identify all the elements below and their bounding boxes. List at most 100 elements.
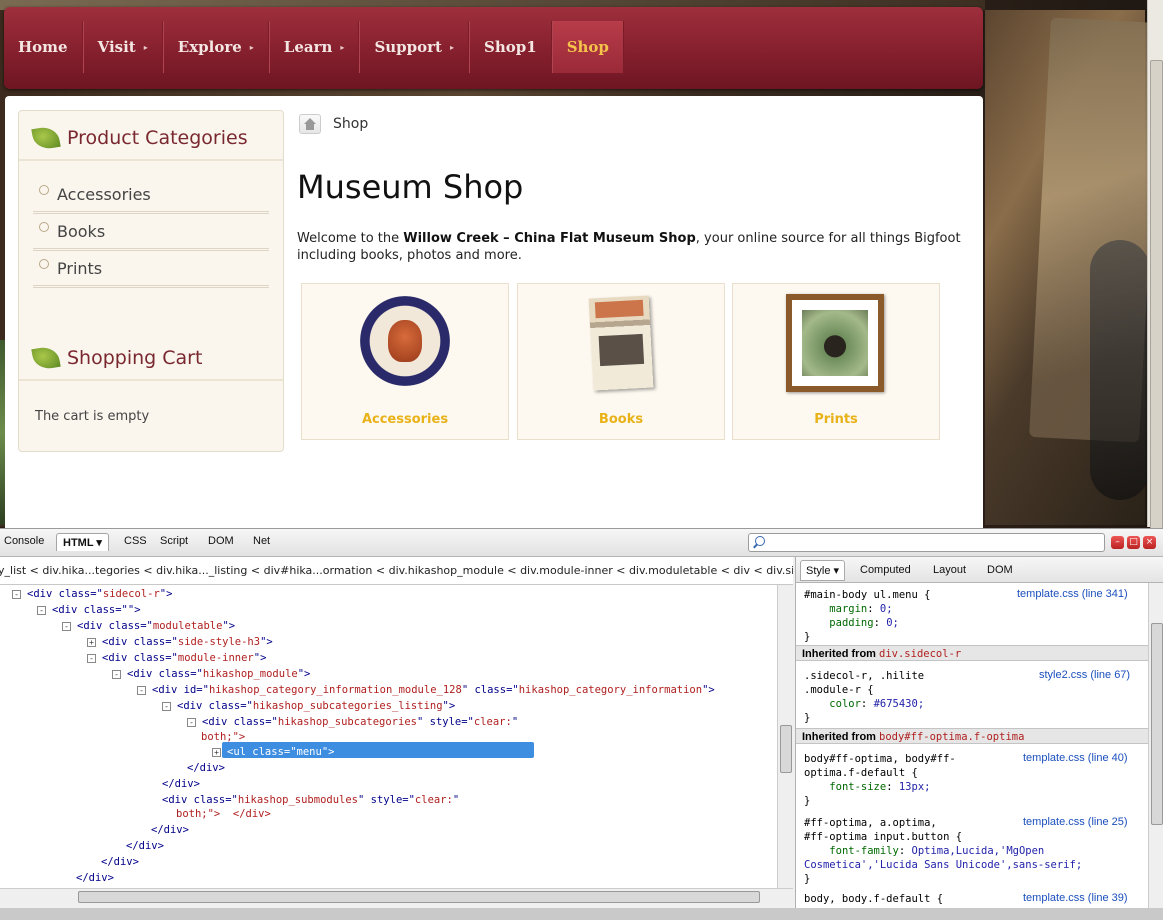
- collapse-icon[interactable]: -: [187, 717, 196, 727]
- tab-console[interactable]: Console: [4, 535, 44, 547]
- expand-icon[interactable]: +: [87, 637, 96, 647]
- tile-label[interactable]: Prints: [733, 412, 939, 427]
- bullet-icon: [39, 185, 49, 195]
- html-tree-node[interactable]: both;">: [201, 730, 245, 744]
- inherited-selector[interactable]: body#ff-optima.f-optima: [879, 731, 1024, 743]
- rule-source-link[interactable]: template.css (line 40): [1023, 752, 1128, 764]
- html-tree-node[interactable]: - <div class="sidecol-r">: [12, 587, 172, 601]
- rule-source-link[interactable]: template.css (line 25): [1023, 816, 1128, 828]
- tree-horizontal-scrollbar[interactable]: [0, 888, 793, 905]
- collapse-icon[interactable]: -: [62, 621, 71, 631]
- html-tree-node[interactable]: <div class="hikashop_submodules" style="…: [162, 793, 459, 807]
- rule-property[interactable]: font-size: 13px;: [804, 780, 930, 794]
- rule-selector: body, body.f-default {: [804, 893, 944, 905]
- inherited-label: Inherited from: [802, 731, 876, 743]
- nav-item-shop1[interactable]: Shop1: [469, 21, 552, 73]
- rule-source-link[interactable]: template.css (line 341): [1017, 588, 1128, 600]
- tree-token: >: [260, 652, 267, 664]
- tile-label[interactable]: Accessories: [302, 412, 508, 427]
- inherited-selector[interactable]: div.sidecol-r: [879, 648, 961, 660]
- rule-property[interactable]: margin: 0;: [804, 602, 892, 616]
- scrollbar-thumb[interactable]: [780, 725, 792, 773]
- html-tree-node[interactable]: - <div class="hikashop_subcategories_list…: [162, 699, 455, 713]
- side-tab-computed[interactable]: Computed: [860, 564, 911, 576]
- tab-css[interactable]: CSS: [124, 535, 147, 547]
- tree-vertical-scrollbar[interactable]: [777, 585, 793, 888]
- rule-property[interactable]: color: #675430;: [804, 697, 924, 711]
- side-tab-style[interactable]: Style ▾: [800, 560, 846, 581]
- html-tree-node[interactable]: - <div id="hikashop_category_information_…: [137, 683, 715, 697]
- tile-prints[interactable]: Prints: [732, 283, 940, 440]
- rule-selector: body#ff-optima, body#ff-: [804, 753, 956, 765]
- side-vertical-scrollbar[interactable]: [1148, 583, 1163, 920]
- html-tree-node[interactable]: - <div class="moduletable">: [62, 619, 235, 633]
- html-tree-node[interactable]: - <div class="module-inner">: [87, 651, 266, 665]
- shopping-cart-title: Shopping Cart: [67, 347, 203, 369]
- intro-shop-name: Willow Creek – China Flat Museum Shop: [403, 231, 696, 246]
- home-icon[interactable]: [299, 114, 321, 134]
- tile-label[interactable]: Books: [518, 412, 724, 427]
- tile-accessories[interactable]: Accessories: [301, 283, 509, 440]
- scrollbar-thumb[interactable]: [78, 891, 760, 903]
- dom-breadcrumb-text[interactable]: y_list < div.hika...tegories < div.hika.…: [0, 564, 793, 577]
- collapse-icon[interactable]: -: [87, 653, 96, 663]
- html-tree-node[interactable]: </div>: [162, 777, 200, 791]
- html-tree-node[interactable]: both;"> </div>: [176, 807, 271, 821]
- cart-status: The cart is empty: [35, 409, 150, 424]
- nav-item-learn[interactable]: Learn ▸: [268, 21, 360, 73]
- html-tree-node[interactable]: - <div class="hikashop_subcategories" sty…: [187, 715, 518, 729]
- html-tree-node[interactable]: + <ul class="menu">: [212, 745, 334, 759]
- html-tree-node[interactable]: - <div class="">: [37, 603, 141, 617]
- html-tree-node[interactable]: </div>: [151, 823, 189, 837]
- tab-script[interactable]: Script: [160, 535, 188, 547]
- scrollbar-thumb[interactable]: [1151, 623, 1163, 825]
- html-tree-node[interactable]: </div>: [76, 871, 114, 885]
- rule-property[interactable]: font-family: Optima,Lucida,'MgOpen: [804, 844, 1044, 858]
- nav-item-explore[interactable]: Explore ▸: [162, 21, 269, 73]
- html-tree-node[interactable]: </div>: [187, 761, 225, 775]
- tab-dom[interactable]: DOM: [208, 535, 234, 547]
- side-tab-dom[interactable]: DOM: [987, 564, 1013, 576]
- expand-icon[interactable]: +: [212, 747, 221, 757]
- close-icon[interactable]: ×: [1143, 536, 1156, 549]
- collapse-icon[interactable]: -: [137, 685, 146, 695]
- tree-token: class: [474, 684, 507, 696]
- category-item-books[interactable]: Books: [33, 214, 269, 251]
- rule-source-link[interactable]: style2.css (line 67): [1039, 669, 1130, 681]
- html-tree-node[interactable]: </div>: [126, 839, 164, 853]
- tree-token: div: [183, 700, 203, 712]
- html-tree-node[interactable]: + <div class="side-style-h3">: [87, 635, 273, 649]
- collapse-icon[interactable]: -: [12, 589, 21, 599]
- category-item-prints[interactable]: Prints: [33, 251, 269, 288]
- html-tree-node[interactable]: </div>: [101, 855, 139, 869]
- page-scrollbar[interactable]: [1147, 0, 1163, 842]
- collapse-icon[interactable]: -: [162, 701, 171, 711]
- devtools-panel: Console HTML ▾ CSS Script DOM Net – □ × …: [0, 528, 1163, 920]
- devtools-search-input[interactable]: [748, 533, 1105, 552]
- breadcrumb-current: Shop: [333, 116, 369, 132]
- dom-breadcrumb[interactable]: y_list < div.hika...tegories < div.hika.…: [0, 557, 793, 585]
- style-side-panel: Style ▾ Computed Layout DOM #main-body u…: [795, 557, 1163, 920]
- nav-item-home[interactable]: Home: [4, 21, 83, 73]
- rule-source-link[interactable]: template.css (line 39): [1023, 892, 1128, 904]
- tree-token: class: [158, 668, 191, 680]
- tile-books[interactable]: Books: [517, 283, 725, 440]
- tree-token: moduletable: [152, 620, 223, 632]
- html-tree-node[interactable]: - <div class="hikashop_module">: [112, 667, 310, 681]
- nav-item-support[interactable]: Support ▸: [359, 21, 470, 73]
- background-shadow-decoration: [1090, 240, 1150, 500]
- rule-property[interactable]: padding: 0;: [804, 616, 899, 630]
- page-title: Museum Shop: [297, 168, 524, 206]
- tree-token: hikashop_category_information: [518, 684, 703, 696]
- rule-close: }: [804, 795, 811, 807]
- category-item-accessories[interactable]: Accessories: [33, 177, 269, 214]
- nav-item-shop[interactable]: Shop: [551, 21, 624, 73]
- tab-net[interactable]: Net: [253, 535, 270, 547]
- detach-icon[interactable]: □: [1127, 536, 1140, 549]
- nav-item-visit[interactable]: Visit ▸: [82, 21, 163, 73]
- collapse-icon[interactable]: -: [112, 669, 121, 679]
- collapse-icon[interactable]: -: [37, 605, 46, 615]
- side-tab-layout[interactable]: Layout: [933, 564, 966, 576]
- minimize-icon[interactable]: –: [1111, 536, 1124, 549]
- tab-html[interactable]: HTML ▾: [56, 533, 109, 551]
